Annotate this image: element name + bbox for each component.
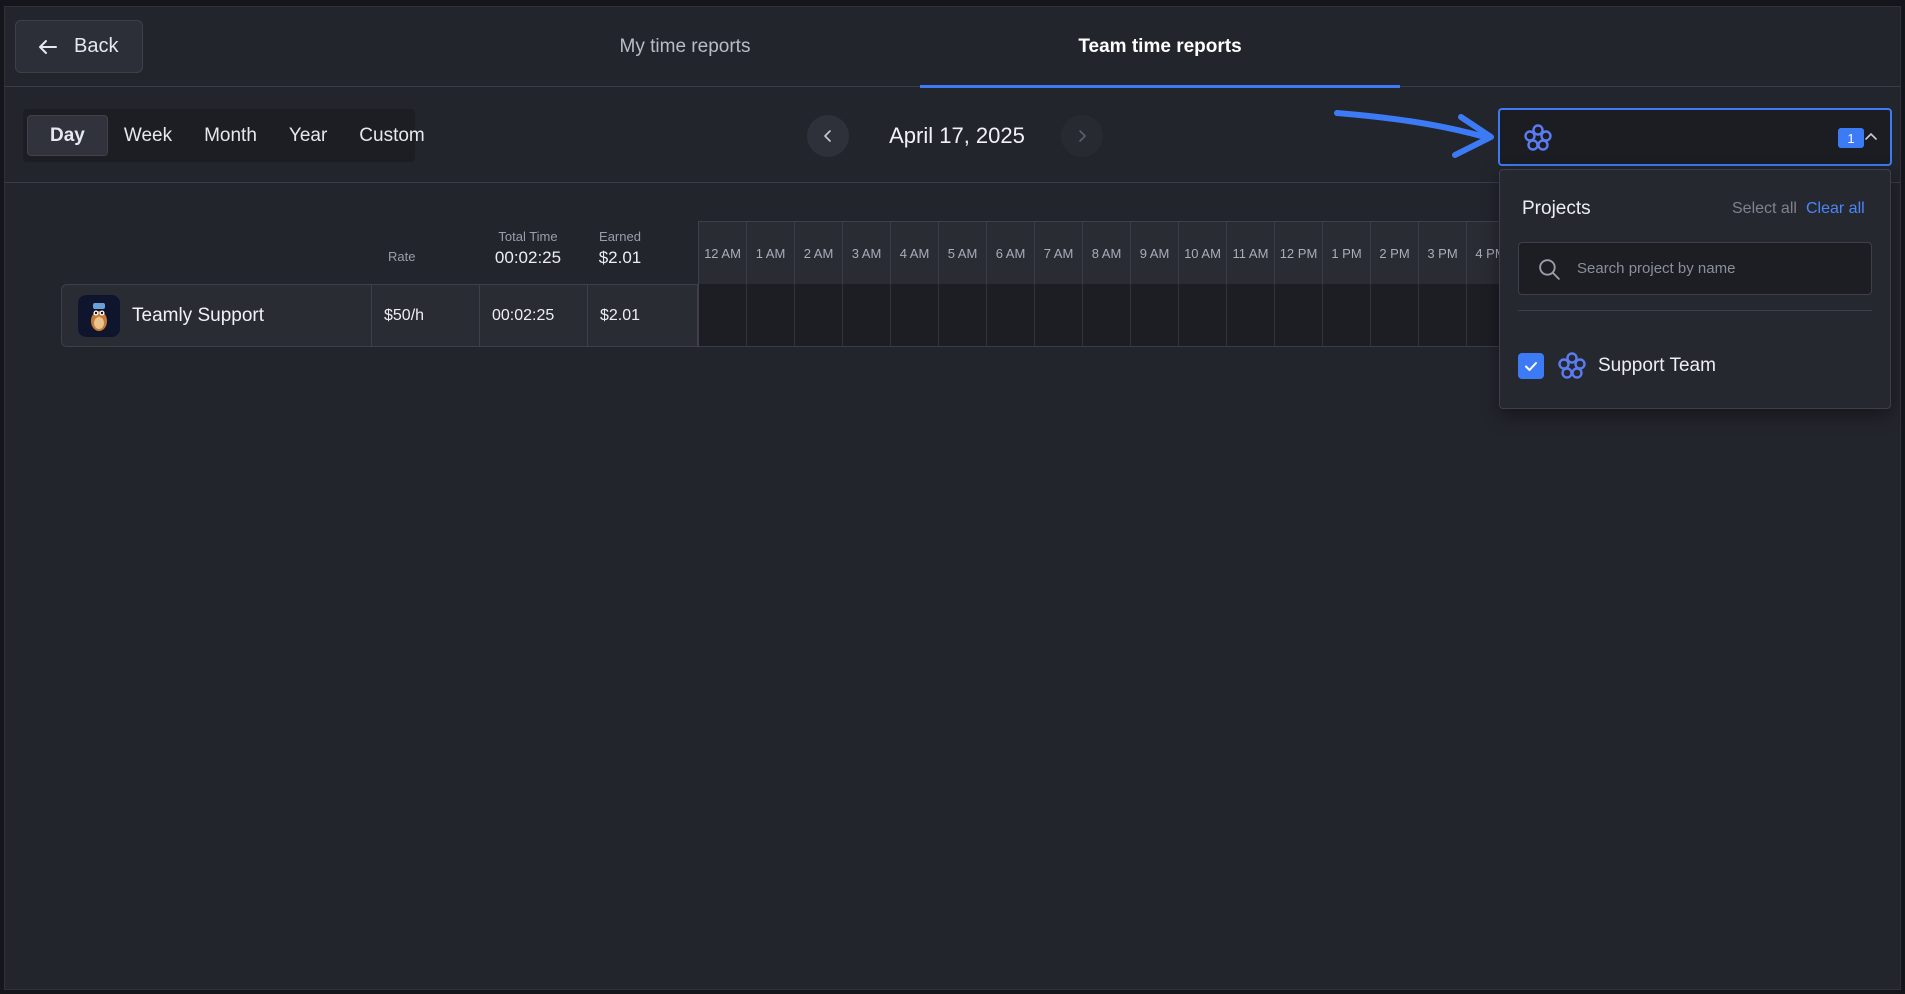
earned-label: Earned bbox=[599, 229, 641, 244]
next-date-button[interactable] bbox=[1061, 115, 1103, 157]
hour-label: 5 AM bbox=[939, 222, 987, 284]
search-icon bbox=[1539, 259, 1560, 280]
hour-cell bbox=[1227, 284, 1275, 346]
selected-count-badge: 1 bbox=[1838, 128, 1864, 148]
hour-label: 12 PM bbox=[1275, 222, 1323, 284]
tab-my-time-reports[interactable]: My time reports bbox=[450, 7, 920, 87]
hour-label: 2 PM bbox=[1371, 222, 1419, 284]
time-cell: 00:02:25 bbox=[480, 285, 588, 346]
tab-my-time-reports-label: My time reports bbox=[619, 36, 751, 57]
table-row[interactable]: Teamly Support $50/h 00:02:25 $2.01 bbox=[61, 284, 698, 347]
hour-cell bbox=[1323, 284, 1371, 346]
hour-label: 12 AM bbox=[699, 222, 747, 284]
hour-label: 3 AM bbox=[843, 222, 891, 284]
avatar bbox=[78, 294, 120, 337]
hour-label: 3 PM bbox=[1419, 222, 1467, 284]
hour-label: 2 AM bbox=[795, 222, 843, 284]
hour-cell bbox=[1035, 284, 1083, 346]
period-year-button[interactable]: Year bbox=[273, 115, 343, 156]
previous-date-button[interactable] bbox=[807, 115, 849, 157]
earned-value: $2.01 bbox=[598, 248, 642, 267]
select-all-button[interactable]: Select all bbox=[1732, 200, 1797, 218]
hour-label: 11 AM bbox=[1227, 222, 1275, 284]
hour-cell bbox=[747, 284, 795, 346]
owl-mascot-icon bbox=[91, 302, 107, 331]
timeline-header: 12 AM 1 AM 2 AM 3 AM 4 AM 5 AM 6 AM 7 AM 8 AM 9 A… bbox=[698, 221, 1515, 284]
projects-dropdown: Projects Select all Clear all Support Te… bbox=[1499, 169, 1891, 409]
period-week-button[interactable]: Week bbox=[108, 115, 188, 156]
total-time-label: Total Time bbox=[498, 229, 558, 244]
hour-cell bbox=[1131, 284, 1179, 346]
hour-label: 1 PM bbox=[1323, 222, 1371, 284]
hour-label: 4 AM bbox=[891, 222, 939, 284]
rate-header: Rate bbox=[388, 249, 416, 264]
hour-label: 1 AM bbox=[747, 222, 795, 284]
period-selector: Day Week Month Year Custom bbox=[23, 109, 425, 162]
time-value: 00:02:25 bbox=[492, 306, 555, 324]
check-icon bbox=[1525, 362, 1537, 371]
hour-cell bbox=[939, 284, 987, 346]
clear-all-button[interactable]: Clear all bbox=[1806, 200, 1865, 218]
earned-cell: $2.01 bbox=[588, 285, 697, 346]
divider bbox=[1518, 310, 1872, 311]
member-name: Teamly Support bbox=[132, 304, 265, 326]
current-date: April 17, 2025 bbox=[889, 123, 1025, 148]
hour-label: 10 AM bbox=[1179, 222, 1227, 284]
earned-header: Earned $2.01 bbox=[585, 229, 655, 268]
hour-cell bbox=[1179, 284, 1227, 346]
earned-cell-value: $2.01 bbox=[600, 306, 641, 324]
app-window: Back My time reports Team time reports D… bbox=[4, 6, 1901, 990]
member-cell: Teamly Support bbox=[62, 285, 372, 346]
hour-label: 7 AM bbox=[1035, 222, 1083, 284]
project-flower-icon bbox=[1558, 352, 1586, 379]
back-label: Back bbox=[74, 35, 119, 57]
hour-cell bbox=[987, 284, 1035, 346]
period-month-button[interactable]: Month bbox=[188, 115, 273, 156]
search-input[interactable] bbox=[1577, 243, 1867, 294]
period-day-button[interactable]: Day bbox=[27, 115, 108, 156]
project-name: Support Team bbox=[1598, 355, 1716, 376]
rate-value: $50/h bbox=[384, 306, 425, 324]
hour-cell bbox=[699, 284, 747, 346]
total-time-value: 00:02:25 bbox=[494, 248, 562, 267]
list-item-support-team[interactable]: Support Team bbox=[1518, 348, 1872, 384]
hour-cell bbox=[795, 284, 843, 346]
hour-cell bbox=[1083, 284, 1131, 346]
chevron-left-icon bbox=[824, 130, 831, 142]
period-custom-button[interactable]: Custom bbox=[343, 115, 440, 156]
hour-cell bbox=[1419, 284, 1467, 346]
hour-label: 8 AM bbox=[1083, 222, 1131, 284]
dropdown-title: Projects bbox=[1522, 198, 1591, 219]
total-time-header: Total Time 00:02:25 bbox=[475, 229, 581, 268]
chevron-right-icon bbox=[1079, 130, 1086, 142]
project-flower-icon bbox=[1524, 124, 1552, 151]
hour-label: 9 AM bbox=[1131, 222, 1179, 284]
hour-cell bbox=[891, 284, 939, 346]
tab-team-time-reports-label: Team time reports bbox=[1078, 36, 1242, 57]
hour-cell bbox=[843, 284, 891, 346]
checkbox-checked[interactable] bbox=[1518, 353, 1544, 379]
timeline-row bbox=[698, 284, 1515, 347]
hour-cell bbox=[1275, 284, 1323, 346]
project-filter-select[interactable]: 1 bbox=[1498, 108, 1892, 166]
top-bar: Back My time reports Team time reports bbox=[5, 7, 1900, 88]
chevron-up-icon bbox=[1865, 132, 1877, 140]
hour-label: 6 AM bbox=[987, 222, 1035, 284]
arrow-left-icon bbox=[39, 39, 57, 54]
tab-team-time-reports[interactable]: Team time reports bbox=[920, 7, 1400, 88]
back-button[interactable]: Back bbox=[15, 20, 143, 73]
rate-cell: $50/h bbox=[372, 285, 480, 346]
project-search bbox=[1518, 242, 1872, 295]
hour-cell bbox=[1371, 284, 1419, 346]
